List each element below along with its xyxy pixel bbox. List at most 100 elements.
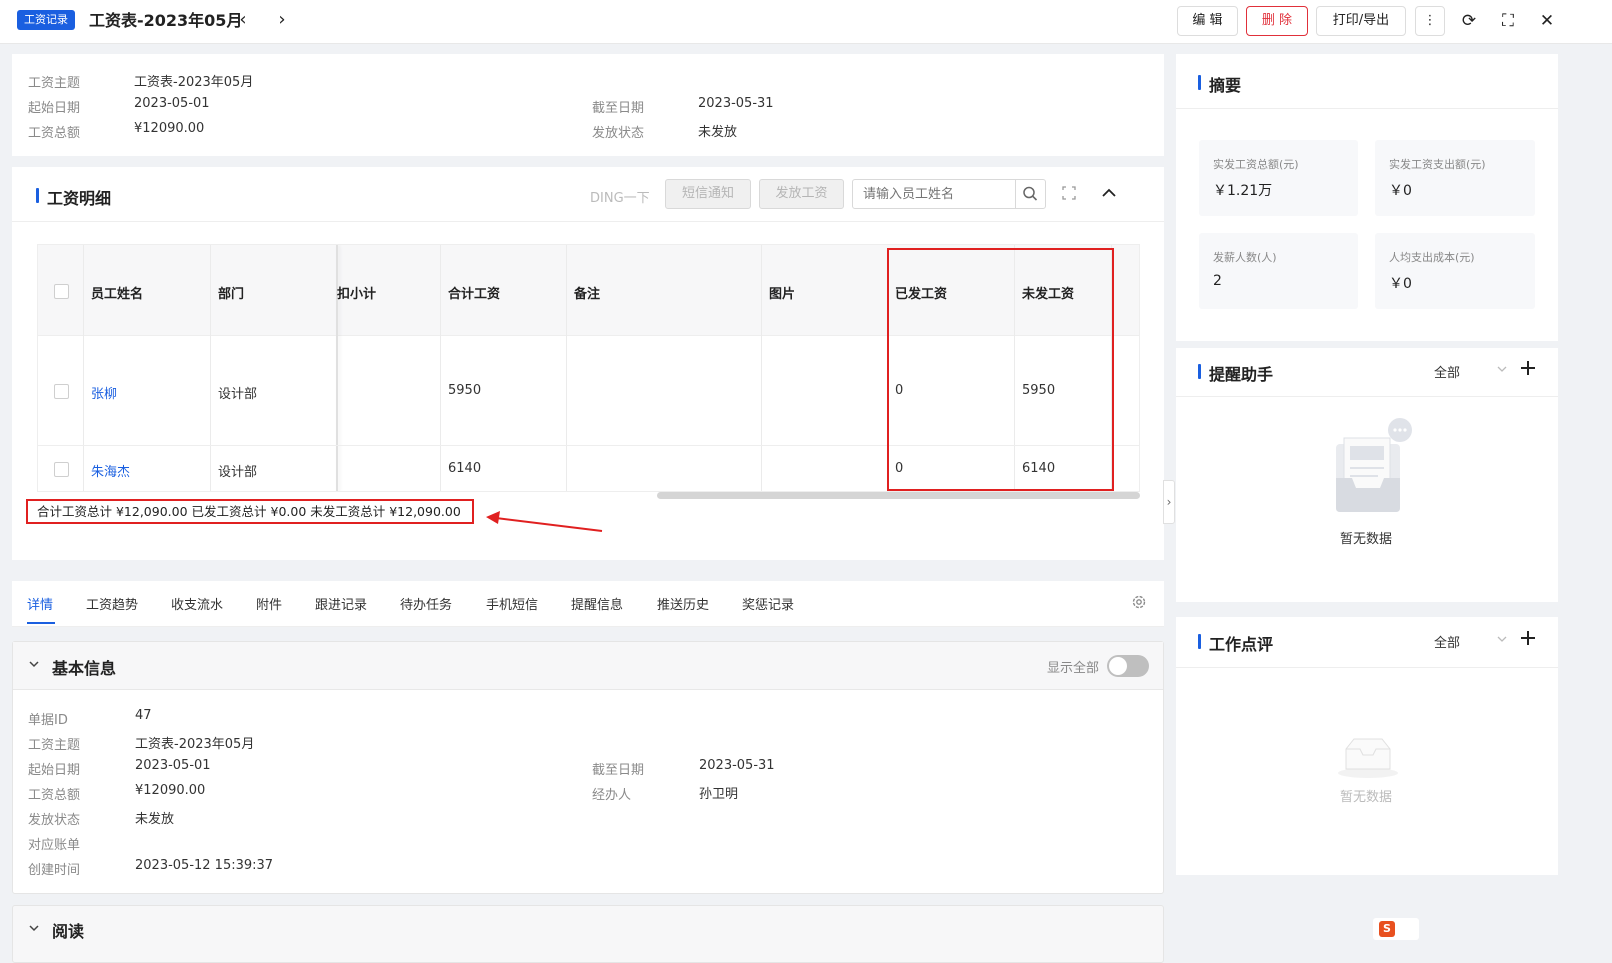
status-label: 发放状态 xyxy=(592,126,645,141)
end-date-label: 截至日期 xyxy=(592,763,645,778)
bill-id-label: 单据ID xyxy=(28,713,68,728)
show-all-toggle[interactable] xyxy=(1107,655,1149,677)
empty-text: 暂无数据 xyxy=(1340,790,1393,805)
tab-cash-flow[interactable]: 收支流水 xyxy=(171,594,223,613)
print-export-button[interactable]: 打印/导出 xyxy=(1316,6,1406,36)
reminder-filter[interactable]: 全部 xyxy=(1434,362,1460,381)
more-icon[interactable]: ⋮ xyxy=(1415,6,1445,36)
tab-push-history[interactable]: 推送历史 xyxy=(657,594,709,613)
review-filter[interactable]: 全部 xyxy=(1434,632,1460,651)
stat-label: 实发工资支出额(元) xyxy=(1389,158,1486,171)
section-title: 工资明细 xyxy=(36,185,111,209)
record-type-tag: 工资记录 xyxy=(17,10,75,30)
col-header-image[interactable]: 图片 xyxy=(769,283,795,302)
gear-icon[interactable] xyxy=(1130,593,1148,611)
stat-label: 人均支出成本(元) xyxy=(1389,251,1475,264)
tab-sms[interactable]: 手机短信 xyxy=(486,594,538,613)
chevron-down-icon[interactable] xyxy=(27,921,41,935)
col-header-name[interactable]: 员工姓名 xyxy=(91,283,143,302)
pay-salary-button[interactable]: 发放工资 xyxy=(759,179,844,209)
reminder-panel: 提醒助手 全部 暂无数据 xyxy=(1176,348,1558,602)
toggle-knob xyxy=(1109,657,1127,675)
select-all-checkbox[interactable] xyxy=(54,284,69,299)
created-value: 2023-05-12 15:39:37 xyxy=(135,858,274,873)
tab-details[interactable]: 详情 xyxy=(27,594,53,613)
abstract-panel: 摘要 实发工资总额(元) ￥1.21万 实发工资支出额(元) ￥0 发薪人数(人… xyxy=(1176,54,1558,341)
add-icon[interactable] xyxy=(1519,359,1537,377)
arrow-annotation xyxy=(486,511,603,532)
col-divider xyxy=(566,245,567,491)
divider xyxy=(12,221,1164,222)
row-checkbox[interactable] xyxy=(54,462,69,477)
page-title: 工资表-2023年05月 xyxy=(89,11,243,30)
table-scrollbar[interactable] xyxy=(657,492,1140,499)
col-divider xyxy=(761,245,762,491)
col-header-remark[interactable]: 备注 xyxy=(574,283,600,302)
col-header-total[interactable]: 合计工资 xyxy=(448,283,500,302)
total-label: 工资总额 xyxy=(28,126,81,141)
status-value: 未发放 xyxy=(135,812,175,827)
close-icon[interactable]: ✕ xyxy=(1535,9,1559,33)
section-title: 阅读 xyxy=(52,922,85,941)
summary-info-panel: 工资主题 工资表-2023年05月 起始日期 2023-05-01 截至日期 2… xyxy=(12,54,1164,156)
employee-search-input[interactable] xyxy=(852,179,1016,209)
tab-attachments[interactable]: 附件 xyxy=(256,594,282,613)
empty-inbox-icon xyxy=(1326,418,1416,518)
collapse-sidebar-icon[interactable]: › xyxy=(1163,480,1175,524)
total-value: ¥12090.00 xyxy=(135,783,206,798)
stat-value: ￥1.21万 xyxy=(1213,183,1273,199)
sms-notify-button[interactable]: 短信通知 xyxy=(665,179,751,209)
start-date-value: 2023-05-01 xyxy=(134,96,210,111)
stat-value: ￥0 xyxy=(1389,183,1412,199)
subject-value: 工资表-2023年05月 xyxy=(134,75,254,90)
tab-rewards[interactable]: 奖惩记录 xyxy=(742,594,794,613)
created-label: 创建时间 xyxy=(28,863,81,878)
chevron-down-icon[interactable] xyxy=(1496,632,1508,646)
divider xyxy=(1176,667,1558,668)
start-date-label: 起始日期 xyxy=(28,101,81,116)
collapse-icon[interactable] xyxy=(1100,184,1118,202)
col-header-deduct[interactable]: 扣小计 xyxy=(337,283,439,302)
chevron-down-icon[interactable] xyxy=(27,657,41,671)
handler-value: 孙卫明 xyxy=(699,787,739,802)
top-bar: 工资记录 工资表-2023年05月 ‹ › 编 辑 删 除 打印/导出 ⋮ ⟳ … xyxy=(0,0,1612,44)
basic-info-header[interactable] xyxy=(13,642,1163,690)
detail-tabs: 详情 工资趋势 收支流水 附件 跟进记录 待办任务 手机短信 提醒信息 推送历史… xyxy=(12,581,1164,627)
chevron-left-icon[interactable]: ‹ xyxy=(234,10,252,32)
stat-card: 实发工资支出额(元) ￥0 xyxy=(1375,140,1535,216)
tab-todo[interactable]: 待办任务 xyxy=(400,594,452,613)
empty-box-icon xyxy=(1336,735,1400,779)
subject-label: 工资主题 xyxy=(28,738,81,753)
tab-salary-trend[interactable]: 工资趋势 xyxy=(86,594,138,613)
col-header-dept[interactable]: 部门 xyxy=(218,283,244,302)
chevron-down-icon[interactable] xyxy=(1496,362,1508,376)
row-checkbox[interactable] xyxy=(54,384,69,399)
employee-name-link[interactable]: 张柳 xyxy=(91,383,117,402)
chevron-right-icon[interactable]: › xyxy=(273,10,291,32)
delete-button[interactable]: 删 除 xyxy=(1246,6,1308,36)
tab-follow-up[interactable]: 跟进记录 xyxy=(315,594,367,613)
section-title: 提醒助手 xyxy=(1198,361,1273,385)
highlight-box xyxy=(887,248,1114,491)
fullscreen-icon[interactable]: ⛶ xyxy=(1496,9,1520,33)
divider xyxy=(1176,396,1558,397)
subject-label: 工资主题 xyxy=(28,76,81,91)
ding-button[interactable]: DING一下 xyxy=(590,187,650,206)
expand-icon[interactable] xyxy=(1061,184,1077,202)
edit-button[interactable]: 编 辑 xyxy=(1177,6,1238,36)
col-divider xyxy=(440,245,441,491)
start-date-label: 起始日期 xyxy=(28,763,81,778)
active-tab-indicator xyxy=(27,622,55,624)
read-panel[interactable]: 阅读 xyxy=(12,905,1164,963)
input-method-badge[interactable]: S xyxy=(1373,918,1419,940)
tab-reminders[interactable]: 提醒信息 xyxy=(571,594,623,613)
refresh-icon[interactable]: ⟳ xyxy=(1457,9,1481,33)
empty-text: 暂无数据 xyxy=(1340,532,1393,547)
add-icon[interactable] xyxy=(1519,629,1537,647)
end-date-value: 2023-05-31 xyxy=(698,96,774,111)
stat-card: 人均支出成本(元) ￥0 xyxy=(1375,233,1535,309)
dept-cell: 设计部 xyxy=(218,387,258,402)
search-icon[interactable] xyxy=(1015,179,1046,209)
review-panel: 工作点评 全部 暂无数据 xyxy=(1176,617,1558,875)
employee-name-link[interactable]: 朱海杰 xyxy=(91,461,130,480)
